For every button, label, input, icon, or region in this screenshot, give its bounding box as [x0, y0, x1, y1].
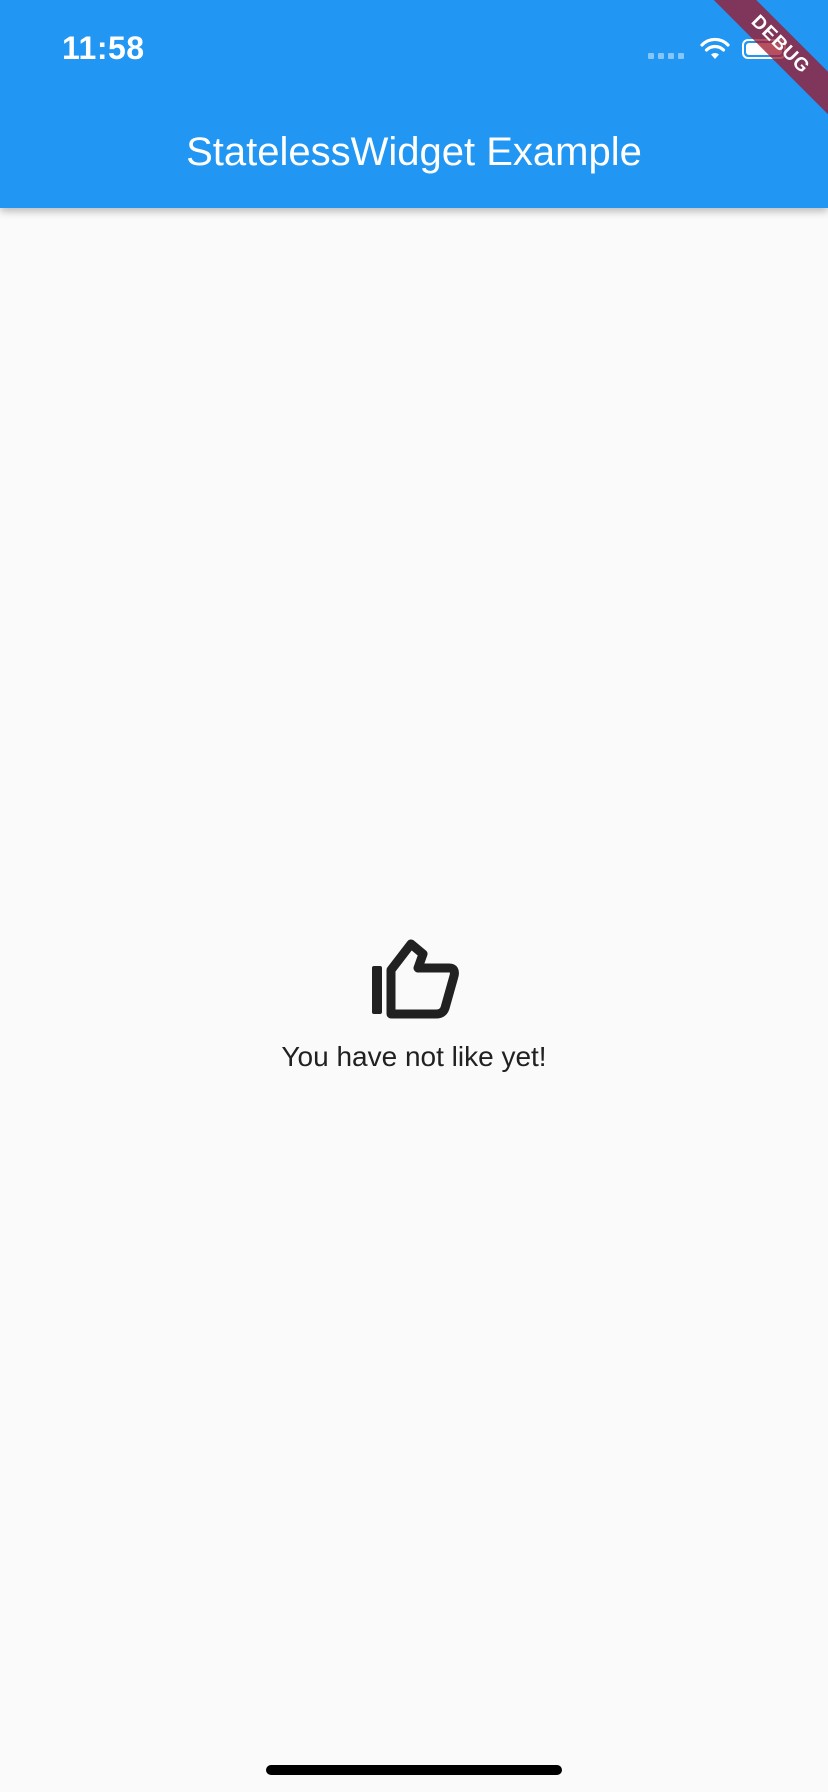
- status-icons: [648, 36, 786, 62]
- main-content: You have not like yet!: [0, 208, 828, 1792]
- thumb-up-icon[interactable]: [369, 938, 459, 1020]
- wifi-icon: [700, 37, 730, 59]
- home-indicator[interactable]: [266, 1765, 562, 1775]
- battery-icon: [742, 39, 786, 59]
- app-bar: 11:58 StatelessWidget Example: [0, 0, 828, 208]
- like-status-text: You have not like yet!: [281, 1041, 547, 1072]
- signal-icon: [648, 39, 684, 59]
- like-display: You have not like yet!: [0, 938, 828, 1074]
- page-title: StatelessWidget Example: [186, 130, 642, 174]
- status-time: 11:58: [62, 30, 145, 66]
- app-screen: 11:58 StatelessWidget Example DEBUG You …: [0, 0, 828, 1792]
